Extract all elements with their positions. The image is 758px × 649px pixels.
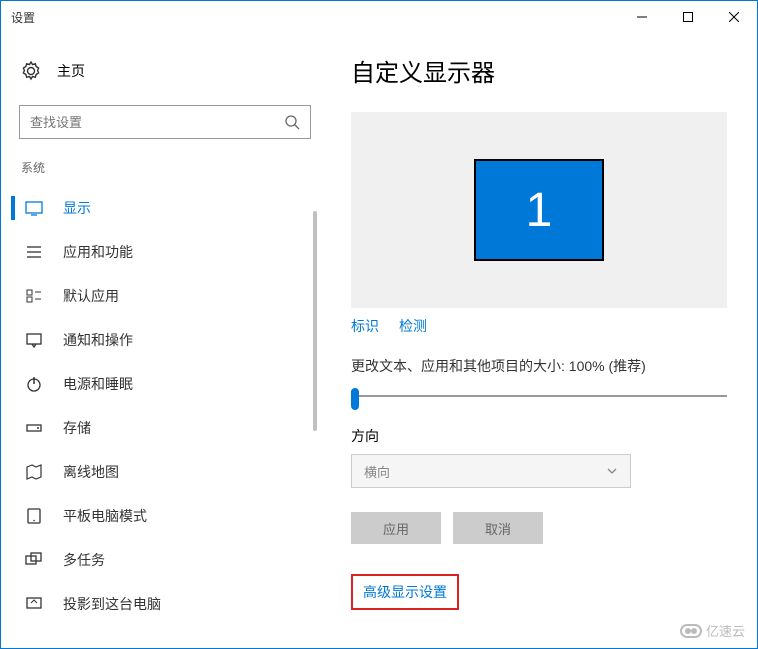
close-icon	[729, 12, 739, 22]
search-input[interactable]	[30, 115, 284, 130]
home-nav[interactable]: 主页	[11, 53, 321, 89]
button-row: 应用 取消	[351, 512, 727, 544]
home-label: 主页	[57, 61, 85, 81]
page-title: 自定义显示器	[351, 53, 727, 88]
nav-item-tablet[interactable]: 平板电脑模式	[11, 494, 321, 538]
orientation-label: 方向	[351, 426, 727, 446]
nav-label: 离线地图	[63, 462, 119, 482]
search-icon	[284, 114, 300, 130]
titlebar: 设置	[1, 1, 757, 33]
nav-label: 电源和睡眠	[63, 374, 133, 394]
nav-item-notifications[interactable]: 通知和操作	[11, 318, 321, 362]
nav-label: 通知和操作	[63, 330, 133, 350]
nav-item-power[interactable]: 电源和睡眠	[11, 362, 321, 406]
watermark-icon	[680, 624, 702, 638]
nav-label: 投影到这台电脑	[63, 594, 161, 614]
multitask-icon	[25, 551, 43, 569]
nav-item-apps[interactable]: 应用和功能	[11, 230, 321, 274]
maximize-icon	[683, 12, 693, 22]
apply-button[interactable]: 应用	[351, 512, 441, 544]
window-controls	[619, 1, 757, 33]
monitor-icon	[25, 199, 43, 217]
watermark-text: 亿速云	[706, 621, 745, 640]
advanced-display-link[interactable]: 高级显示设置	[363, 584, 447, 600]
tablet-icon	[25, 507, 43, 525]
nav-item-display[interactable]: 显示	[11, 186, 321, 230]
display-preview: 1	[351, 112, 727, 308]
slider-thumb[interactable]	[351, 388, 359, 410]
nav-label: 存储	[63, 418, 91, 438]
maps-icon	[25, 463, 43, 481]
project-icon	[25, 595, 43, 613]
nav-label: 默认应用	[63, 286, 119, 306]
apps-icon	[25, 243, 43, 261]
defaults-icon	[25, 287, 43, 305]
slider-track-line	[351, 395, 727, 397]
sidebar-scrollbar[interactable]	[313, 211, 317, 431]
monitor-1[interactable]: 1	[474, 159, 604, 261]
nav-item-multitask[interactable]: 多任务	[11, 538, 321, 582]
display-actions: 标识 检测	[351, 316, 727, 336]
storage-icon	[25, 419, 43, 437]
sidebar: 主页 系统 显示 应用和功能 默认应用 通知和操作	[1, 33, 321, 648]
chevron-down-icon	[606, 465, 618, 477]
monitor-number: 1	[526, 183, 553, 238]
nav-item-storage[interactable]: 存储	[11, 406, 321, 450]
cancel-button[interactable]: 取消	[453, 512, 543, 544]
identify-link[interactable]: 标识	[351, 316, 379, 336]
nav-list: 显示 应用和功能 默认应用 通知和操作 电源和睡眠 存储	[11, 186, 321, 626]
search-box[interactable]	[19, 105, 311, 139]
power-icon	[25, 375, 43, 393]
nav-item-project[interactable]: 投影到这台电脑	[11, 582, 321, 626]
category-label: 系统	[11, 159, 321, 186]
advanced-highlight-box: 高级显示设置	[351, 574, 459, 610]
orientation-dropdown[interactable]: 横向	[351, 454, 631, 488]
close-button[interactable]	[711, 1, 757, 33]
nav-label: 显示	[63, 198, 91, 218]
nav-item-maps[interactable]: 离线地图	[11, 450, 321, 494]
maximize-button[interactable]	[665, 1, 711, 33]
scale-slider[interactable]	[351, 386, 727, 406]
main-panel: 自定义显示器 1 标识 检测 更改文本、应用和其他项目的大小: 100% (推荐…	[321, 33, 757, 648]
minimize-icon	[637, 12, 647, 22]
watermark: 亿速云	[680, 621, 745, 640]
minimize-button[interactable]	[619, 1, 665, 33]
nav-label: 多任务	[63, 550, 105, 570]
notifications-icon	[25, 331, 43, 349]
gear-icon	[21, 61, 41, 81]
nav-label: 平板电脑模式	[63, 506, 147, 526]
detect-link[interactable]: 检测	[399, 316, 427, 336]
nav-label: 应用和功能	[63, 242, 133, 262]
nav-item-defaults[interactable]: 默认应用	[11, 274, 321, 318]
dropdown-value: 横向	[364, 462, 390, 481]
window-title: 设置	[11, 9, 619, 26]
scale-label: 更改文本、应用和其他项目的大小: 100% (推荐)	[351, 356, 727, 376]
